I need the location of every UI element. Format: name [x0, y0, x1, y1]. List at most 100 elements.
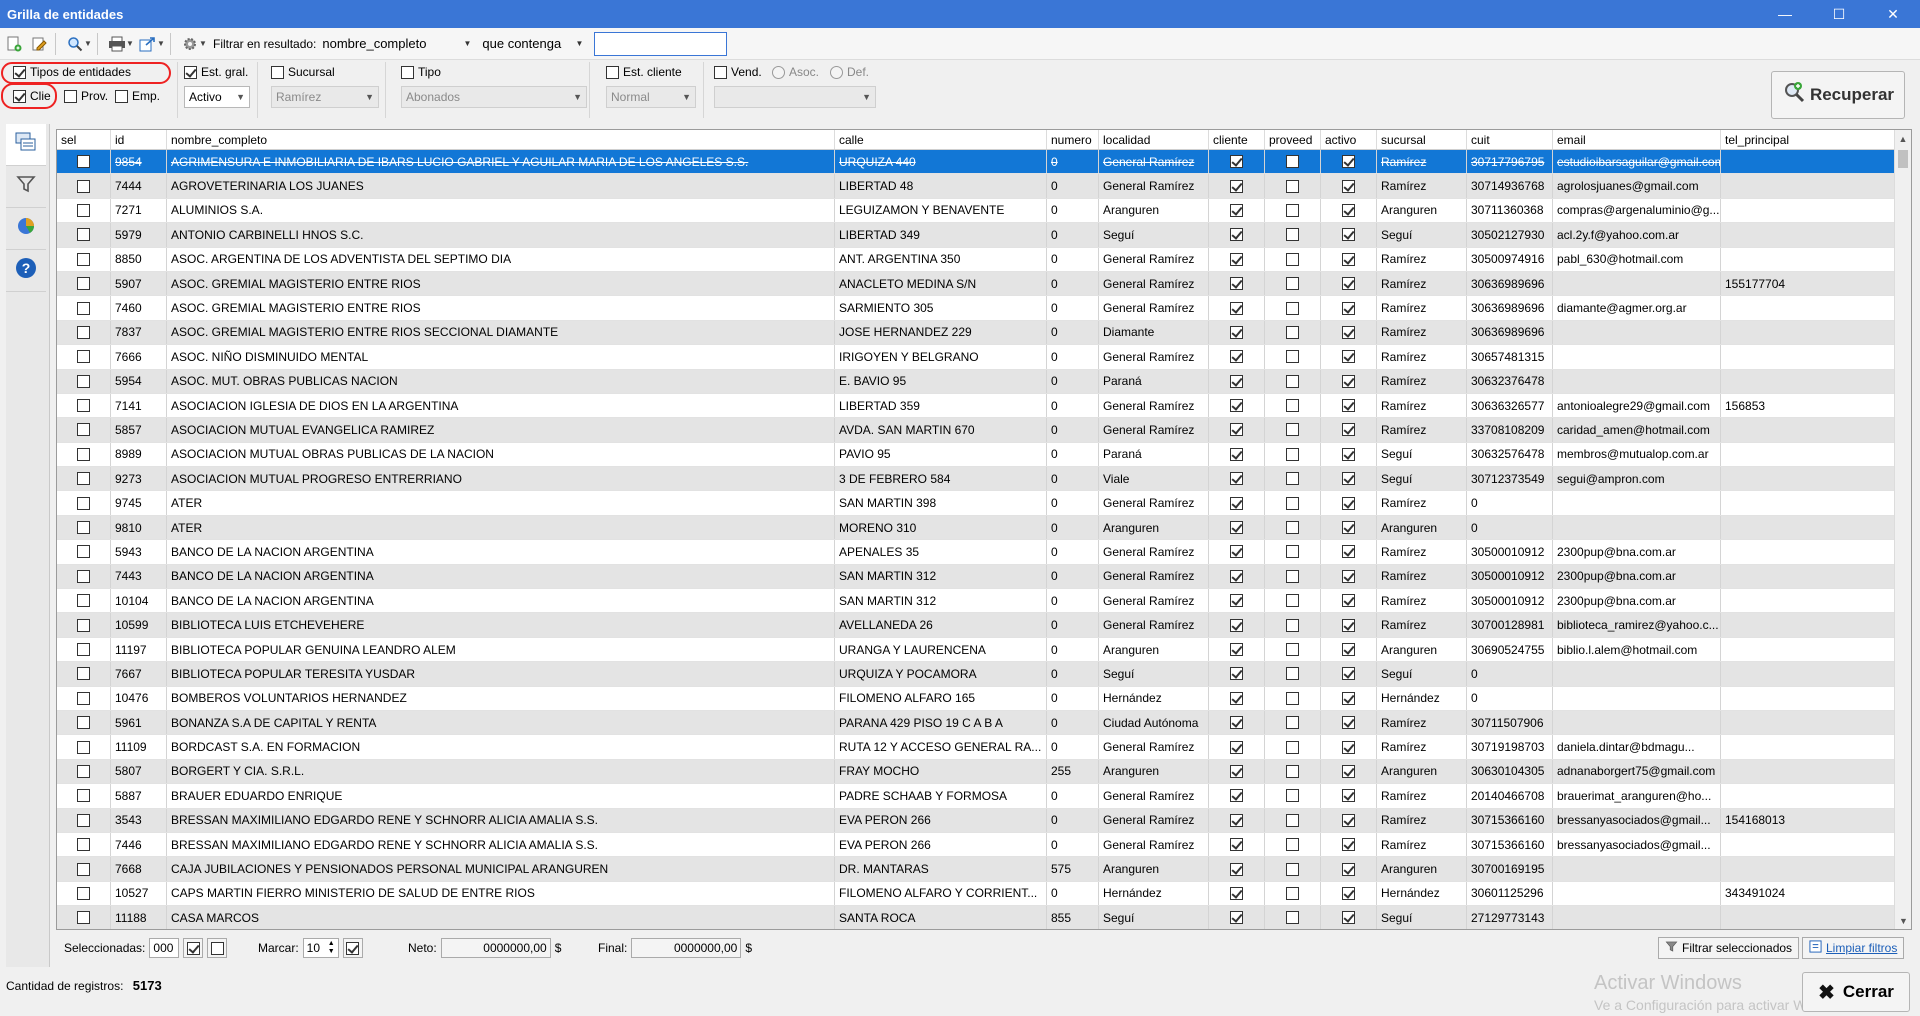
- checkbox-unchecked[interactable]: [1286, 155, 1299, 169]
- cliente-cell[interactable]: [1209, 613, 1265, 637]
- sel-cell[interactable]: [57, 369, 111, 393]
- cliente-cell[interactable]: [1209, 174, 1265, 198]
- proveed-cell[interactable]: [1265, 906, 1321, 929]
- cliente-cell[interactable]: [1209, 491, 1265, 515]
- checkbox-unchecked[interactable]: [271, 65, 284, 79]
- activo-cell[interactable]: [1321, 271, 1377, 296]
- print-icon[interactable]: [106, 33, 128, 55]
- checkbox-unchecked[interactable]: [1286, 594, 1299, 608]
- activo-cell[interactable]: [1321, 540, 1377, 564]
- table-row[interactable]: 9273 ASOCIACION MUTUAL PROGRESO ENTRERRIA…: [57, 467, 1911, 492]
- cliente-cell[interactable]: [1209, 784, 1265, 808]
- checkbox-unchecked[interactable]: [1286, 838, 1299, 852]
- sel-cell[interactable]: [57, 515, 111, 540]
- activo-cell[interactable]: [1321, 662, 1377, 686]
- sel-cell[interactable]: [57, 686, 111, 710]
- checkbox-unchecked[interactable]: [1286, 496, 1299, 510]
- checkbox-checked[interactable]: [1230, 667, 1243, 681]
- deselect-all-button[interactable]: [207, 938, 228, 958]
- checkbox-unchecked[interactable]: [77, 447, 90, 461]
- checkbox-unchecked[interactable]: [1286, 618, 1299, 632]
- checkbox-unchecked[interactable]: [1286, 301, 1299, 315]
- vertical-scrollbar[interactable]: ▲ ▼: [1894, 130, 1911, 929]
- proveed-cell[interactable]: [1265, 637, 1321, 662]
- column-header-numero[interactable]: numero: [1047, 130, 1099, 149]
- checkbox-checked[interactable]: [1342, 813, 1355, 827]
- checkbox-unchecked[interactable]: [77, 813, 90, 827]
- checkbox-unchecked[interactable]: [1286, 667, 1299, 681]
- checkbox-checked[interactable]: [1230, 521, 1243, 535]
- filter-value-input[interactable]: [594, 31, 728, 56]
- column-header-calle[interactable]: calle: [835, 130, 1047, 149]
- scroll-down-icon[interactable]: ▼: [1895, 912, 1911, 929]
- checkbox-checked[interactable]: [1342, 569, 1355, 583]
- checkbox-checked[interactable]: [1342, 325, 1355, 339]
- checkbox-checked[interactable]: [1342, 277, 1355, 291]
- activo-cell[interactable]: [1321, 881, 1377, 906]
- sel-cell[interactable]: [57, 247, 111, 271]
- activo-cell[interactable]: [1321, 735, 1377, 759]
- cliente-cell[interactable]: [1209, 418, 1265, 442]
- cliente-cell[interactable]: [1209, 735, 1265, 759]
- table-row[interactable]: 10599 BIBLIOTECA LUIS ETCHEVEHERE AVELLANE…: [57, 613, 1911, 638]
- table-row[interactable]: 7443 BANCO DE LA NACION ARGENTINA SAN MART…: [57, 564, 1911, 590]
- cliente-cell[interactable]: [1209, 808, 1265, 832]
- activo-cell[interactable]: [1321, 906, 1377, 929]
- checkbox-checked[interactable]: [1230, 399, 1243, 413]
- checkbox-checked[interactable]: [1342, 886, 1355, 900]
- cliente-cell[interactable]: [1209, 637, 1265, 662]
- sel-cell[interactable]: [57, 345, 111, 369]
- activo-cell[interactable]: [1321, 296, 1377, 320]
- checkbox-checked[interactable]: [1342, 301, 1355, 315]
- close-window-button[interactable]: ✕: [1866, 0, 1920, 28]
- activo-cell[interactable]: [1321, 857, 1377, 881]
- cliente-cell[interactable]: [1209, 393, 1265, 418]
- proveed-cell[interactable]: [1265, 710, 1321, 735]
- column-header-sel[interactable]: sel: [57, 130, 111, 149]
- checkbox-unchecked[interactable]: [77, 399, 90, 413]
- chevron-down-icon[interactable]: ▼: [126, 39, 134, 48]
- checkbox-unchecked[interactable]: [77, 325, 90, 339]
- checkbox-unchecked[interactable]: [1286, 374, 1299, 388]
- checkbox-unchecked[interactable]: [1286, 472, 1299, 486]
- tipo-select[interactable]: Abonados ▼: [401, 86, 587, 108]
- checkbox-checked[interactable]: [1230, 886, 1243, 900]
- cliente-cell[interactable]: [1209, 345, 1265, 369]
- tab-filter[interactable]: [6, 166, 46, 208]
- proveed-cell[interactable]: [1265, 271, 1321, 296]
- checkbox-checked[interactable]: [1342, 667, 1355, 681]
- checkbox-checked[interactable]: [1342, 521, 1355, 535]
- checkbox-checked[interactable]: [1230, 350, 1243, 364]
- cliente-cell[interactable]: [1209, 198, 1265, 223]
- filter-field-select[interactable]: nombre_completo ▼: [316, 33, 476, 55]
- activo-cell[interactable]: [1321, 515, 1377, 540]
- new-icon[interactable]: [3, 33, 25, 55]
- checkbox-checked[interactable]: [1342, 203, 1355, 217]
- sel-cell[interactable]: [57, 759, 111, 784]
- checkbox-checked[interactable]: [1342, 789, 1355, 803]
- cliente-cell[interactable]: [1209, 296, 1265, 320]
- checkbox-checked[interactable]: [1342, 643, 1355, 656]
- column-header-email[interactable]: email: [1553, 130, 1721, 149]
- table-row[interactable]: 3543 BRESSAN MAXIMILIANO EDGARDO RENE Y S…: [57, 808, 1911, 833]
- activo-cell[interactable]: [1321, 320, 1377, 345]
- cliente-cell[interactable]: [1209, 223, 1265, 247]
- table-row[interactable]: 8850 ASOC. ARGENTINA DE LOS ADVENTISTA DE…: [57, 247, 1911, 272]
- checkbox-checked[interactable]: [1342, 423, 1355, 437]
- checkbox-checked[interactable]: [1342, 399, 1355, 413]
- cliente-cell[interactable]: [1209, 247, 1265, 271]
- checkbox-unchecked[interactable]: [401, 65, 414, 79]
- proveed-cell[interactable]: [1265, 467, 1321, 491]
- sel-cell[interactable]: [57, 784, 111, 808]
- column-header-sucursal[interactable]: sucursal: [1377, 130, 1467, 149]
- def-radio[interactable]: Def.: [830, 65, 869, 79]
- sel-cell[interactable]: [57, 467, 111, 491]
- checkbox-unchecked[interactable]: [77, 277, 90, 291]
- proveed-cell[interactable]: [1265, 223, 1321, 247]
- proveed-cell[interactable]: [1265, 491, 1321, 515]
- checkbox-checked[interactable]: [1230, 911, 1243, 925]
- checkbox-unchecked[interactable]: [1286, 740, 1299, 754]
- cliente-cell[interactable]: [1209, 832, 1265, 857]
- sel-cell[interactable]: [57, 881, 111, 906]
- proveed-cell[interactable]: [1265, 784, 1321, 808]
